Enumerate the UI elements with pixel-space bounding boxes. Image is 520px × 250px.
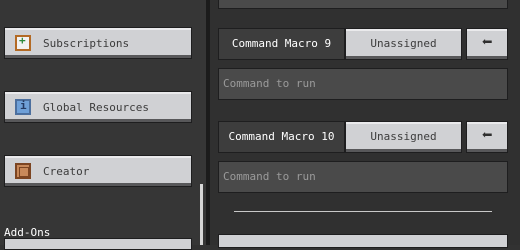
sidebar-item-label: Creator	[43, 165, 90, 178]
macro-settings-panel: Command Macro 9 Unassigned ⬅ Command to …	[210, 0, 520, 248]
sidebar-item-global-resources[interactable]: Global Resources	[4, 91, 192, 123]
macro-assign-button[interactable]: Unassigned	[345, 28, 462, 60]
command-input[interactable]: Command to run	[218, 161, 508, 193]
sidebar-item-label: Subscriptions	[43, 37, 130, 50]
macro-name-label: Command Macro 9	[218, 28, 345, 60]
next-button-partial[interactable]	[218, 234, 508, 248]
sidebar: Subscriptions Global Resources Creator A…	[0, 0, 206, 250]
creator-icon	[15, 163, 31, 179]
command-input[interactable]: Command to run	[218, 68, 508, 100]
sidebar-item-partial[interactable]	[4, 238, 192, 250]
reset-binding-button[interactable]: ⬅	[466, 121, 508, 153]
sidebar-item-subscriptions[interactable]: Subscriptions	[4, 27, 192, 59]
macro-assign-button[interactable]: Unassigned	[345, 121, 462, 153]
previous-command-input-partial[interactable]	[218, 0, 508, 9]
subscriptions-icon	[15, 34, 31, 51]
sidebar-scrollbar[interactable]	[200, 184, 203, 245]
reset-binding-button[interactable]: ⬅	[466, 28, 508, 60]
sidebar-item-label: Global Resources	[43, 101, 149, 114]
back-arrow-icon: ⬅	[481, 32, 493, 53]
macro-name-label: Command Macro 10	[218, 121, 345, 153]
global-resources-icon	[15, 99, 31, 115]
back-arrow-icon: ⬅	[481, 125, 493, 146]
sidebar-item-creator[interactable]: Creator	[4, 155, 192, 187]
section-divider	[234, 211, 492, 212]
